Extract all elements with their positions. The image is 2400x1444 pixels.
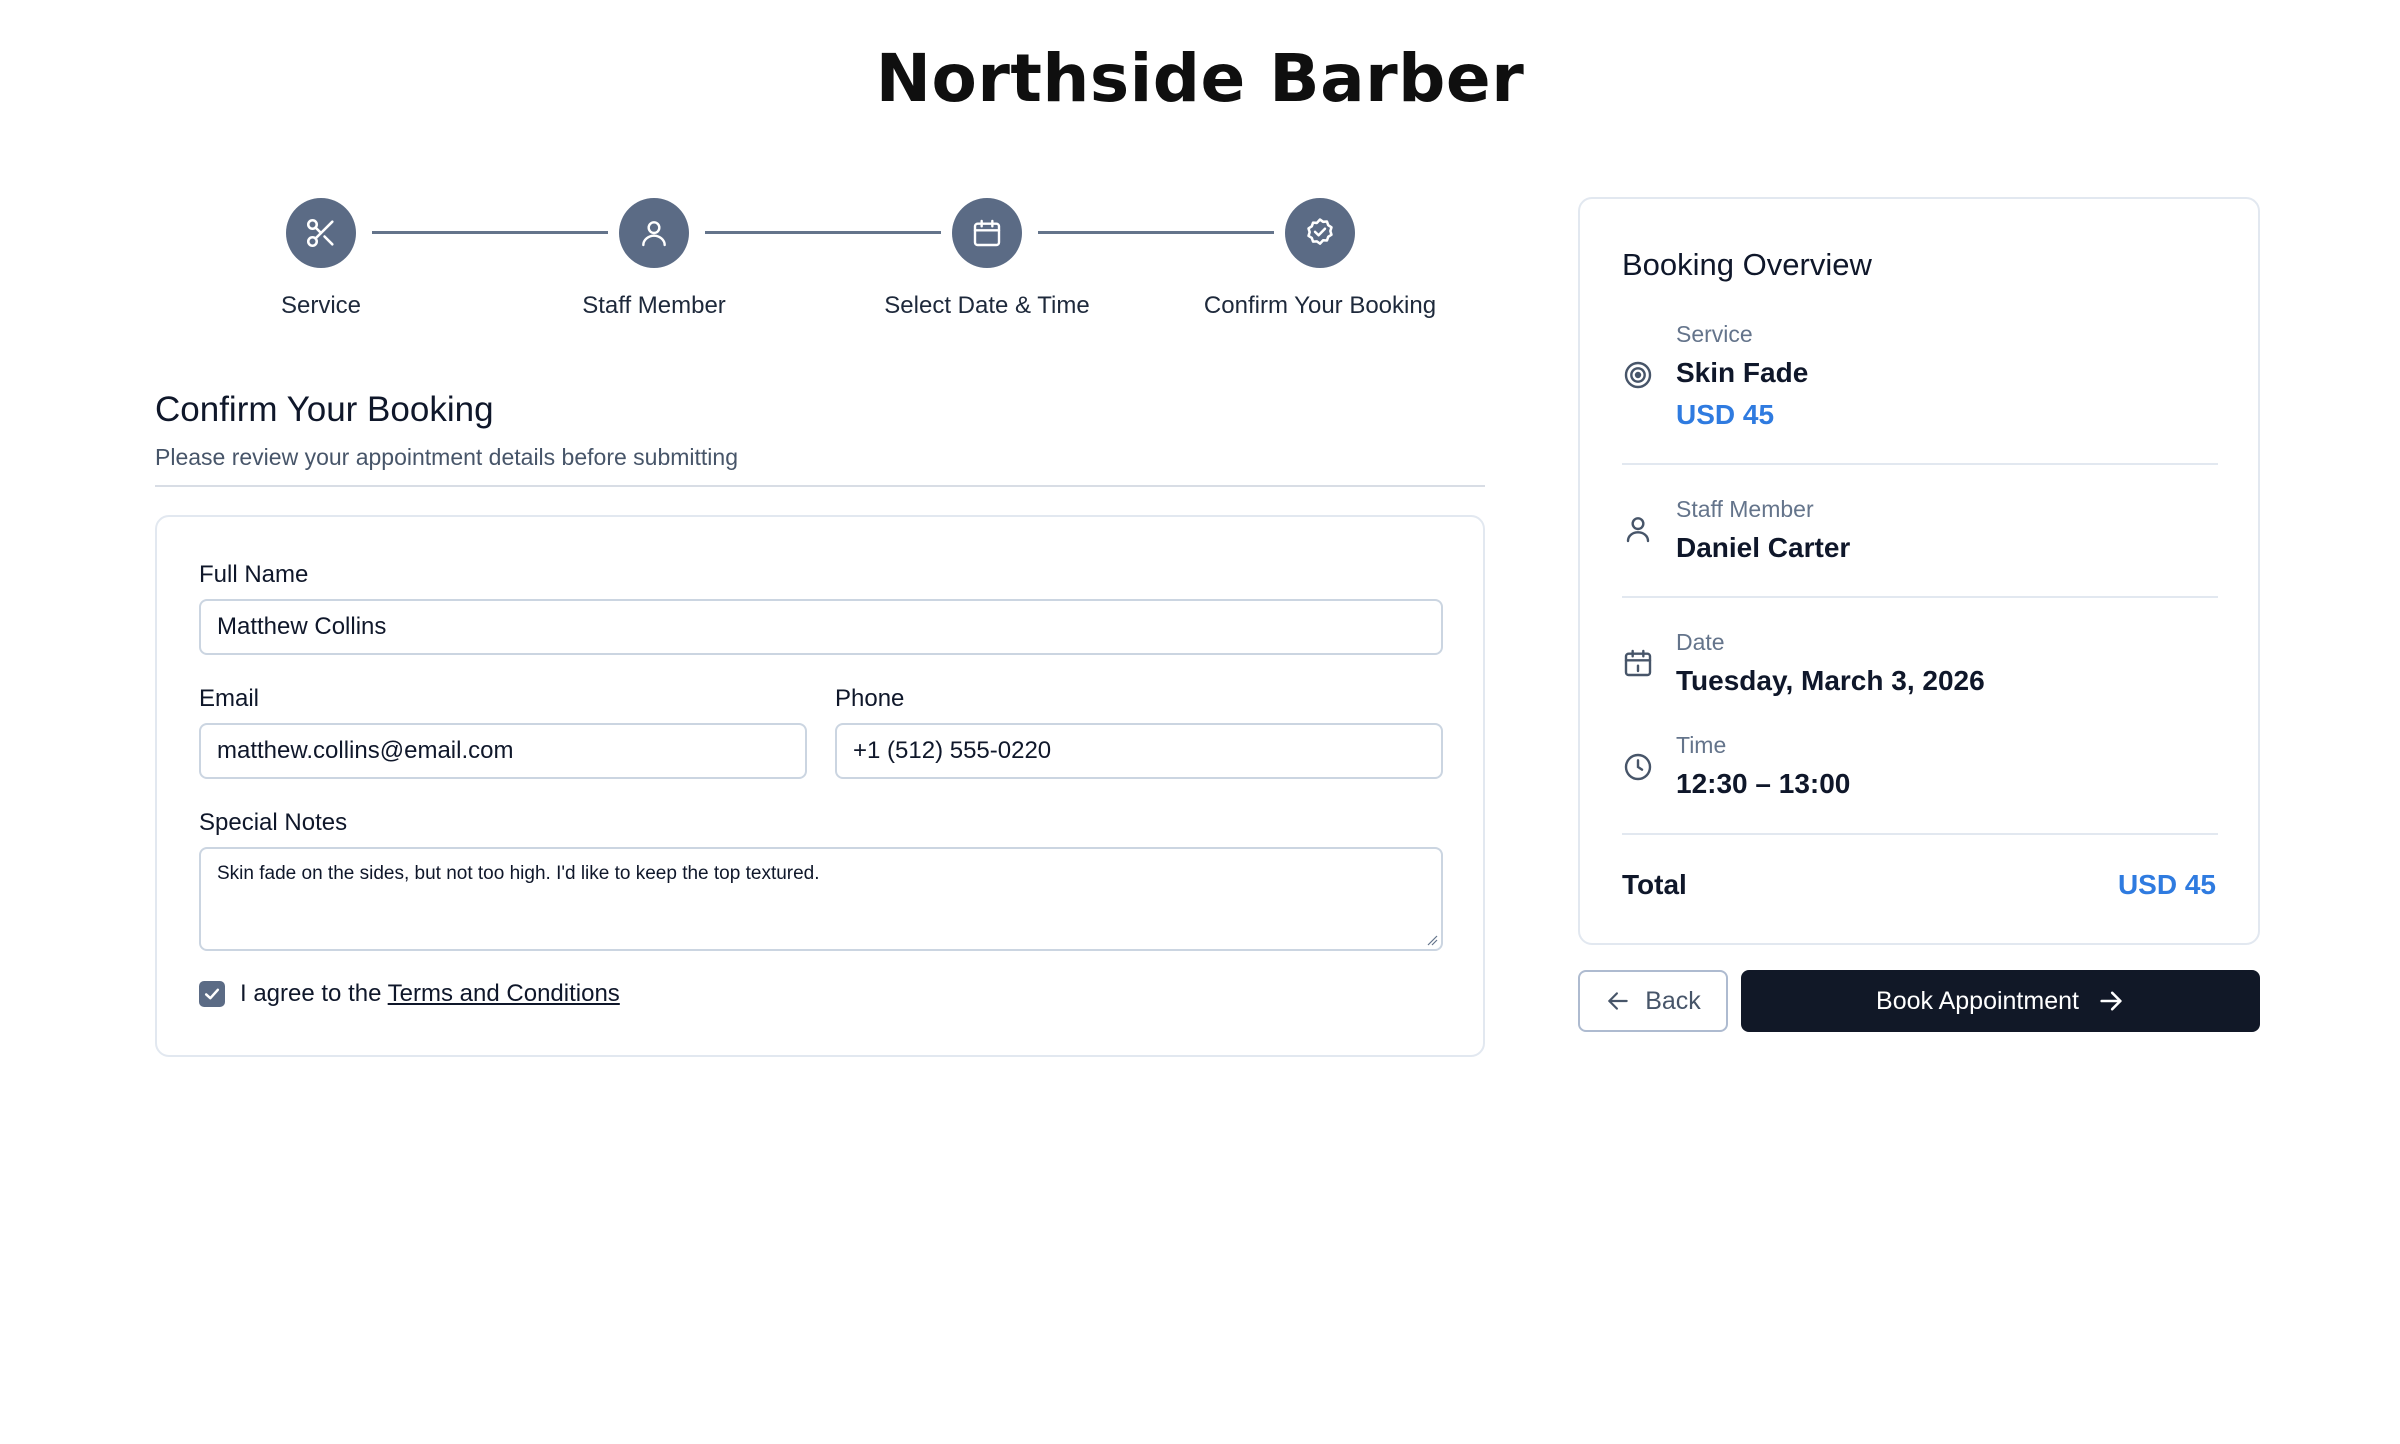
- overview-service-label: Service: [1676, 321, 1753, 347]
- overview-time-value: 12:30 – 13:00: [1676, 768, 1851, 799]
- full-name-input[interactable]: Matthew Collins: [199, 599, 1443, 655]
- scissors-icon: [286, 198, 356, 268]
- book-appointment-button[interactable]: Book Appointment: [1741, 970, 2260, 1032]
- terms-checkbox[interactable]: [199, 981, 225, 1007]
- step-label: Staff Member: [582, 292, 726, 319]
- special-notes-textarea[interactable]: Skin fade on the sides, but not too high…: [199, 847, 1443, 951]
- badge-check-icon: [1285, 198, 1355, 268]
- section-divider: [155, 485, 1485, 487]
- special-notes-label: Special Notes: [199, 809, 348, 836]
- booking-overview-card: Booking Overview Service Skin Fade USD 4…: [1578, 197, 2260, 945]
- overview-service-value: Skin Fade: [1676, 357, 1809, 388]
- user-icon: [1626, 517, 1650, 543]
- overview-total-value: USD 45: [2117, 869, 2216, 900]
- calendar-icon: [952, 198, 1022, 268]
- step-label: Confirm Your Booking: [1203, 292, 1437, 319]
- step-select-date-time[interactable]: Select Date & Time: [822, 198, 1152, 320]
- arrow-right-icon: [2100, 991, 2122, 1011]
- resize-handle-icon[interactable]: [1426, 934, 1438, 946]
- section-title: Confirm Your Booking: [155, 390, 494, 429]
- overview-service-price: USD 45: [1676, 399, 1775, 430]
- user-icon: [619, 198, 689, 268]
- email-input[interactable]: matthew.collins@email.com: [199, 723, 807, 779]
- overview-staff-label: Staff Member: [1676, 496, 1814, 522]
- check-icon: [204, 988, 220, 1000]
- overview-total-label: Total: [1622, 869, 1687, 900]
- target-icon: [1624, 361, 1652, 389]
- terms-prefix: I agree to the: [240, 980, 388, 1007]
- full-name-label: Full Name: [199, 561, 309, 588]
- overview-staff-value: Daniel Carter: [1676, 532, 1851, 563]
- phone-input[interactable]: +1 (512) 555-0220: [835, 723, 1443, 779]
- terms-agreement: I agree to the Terms and Conditions: [240, 980, 620, 1008]
- section-subtitle: Please review your appointment details b…: [155, 444, 738, 470]
- phone-label: Phone: [835, 685, 905, 712]
- back-button-label: Back: [1645, 986, 1701, 1015]
- step-label: Select Date & Time: [884, 292, 1090, 319]
- clock-icon: [1624, 753, 1652, 781]
- booking-form-card: Full Name Matthew Collins Email matthew.…: [155, 515, 1485, 1057]
- booking-stepper: Service Staff Member Select Date & Time …: [155, 198, 1485, 328]
- calendar-icon: [1624, 649, 1652, 677]
- overview-time-label: Time: [1676, 732, 1727, 758]
- back-button[interactable]: Back: [1578, 970, 1728, 1032]
- overview-date-value: Tuesday, March 3, 2026: [1676, 665, 1985, 696]
- overview-divider: [1622, 833, 2218, 835]
- overview-divider: [1622, 463, 2218, 465]
- site-title: Northside Barber: [875, 40, 1525, 117]
- overview-divider: [1622, 596, 2218, 598]
- arrow-left-icon: [1608, 992, 1628, 1010]
- step-staff-member[interactable]: Staff Member: [489, 198, 819, 320]
- email-label: Email: [199, 685, 260, 712]
- step-service[interactable]: Service: [156, 198, 486, 320]
- special-notes-text: Skin fade on the sides, but not too high…: [217, 863, 820, 884]
- overview-date-label: Date: [1676, 629, 1725, 655]
- overview-title: Booking Overview: [1622, 247, 1872, 282]
- section-header: Confirm Your Booking Please review your …: [155, 390, 1485, 471]
- book-button-label: Book Appointment: [1876, 986, 2079, 1015]
- step-label: Service: [280, 292, 362, 319]
- step-confirm-booking[interactable]: Confirm Your Booking: [1155, 198, 1485, 320]
- terms-link[interactable]: Terms and Conditions: [388, 980, 620, 1007]
